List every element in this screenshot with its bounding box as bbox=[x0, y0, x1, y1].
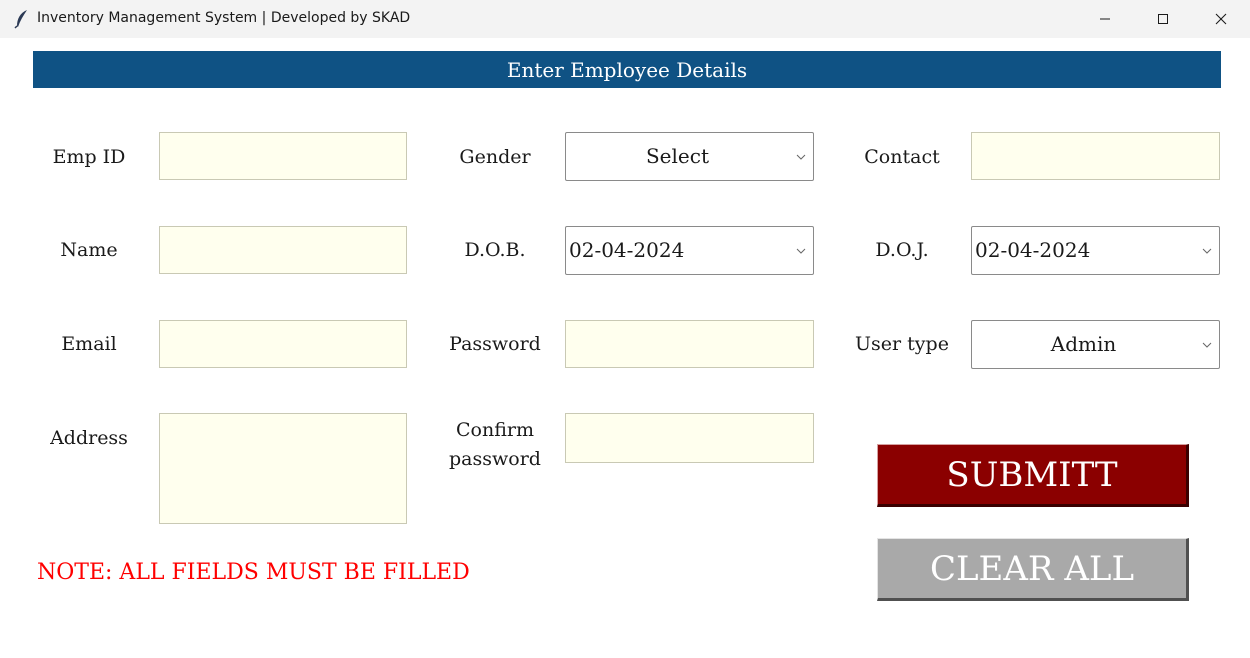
doj-label: D.O.J. bbox=[875, 239, 929, 261]
contact-input[interactable] bbox=[971, 132, 1220, 180]
user-type-value: Admin bbox=[1050, 332, 1117, 356]
user-type-label: User type bbox=[855, 333, 949, 355]
dob-label: D.O.B. bbox=[464, 239, 526, 261]
gender-value: Select bbox=[645, 144, 709, 168]
required-fields-note: NOTE: ALL FIELDS MUST BE FILLED bbox=[37, 560, 470, 585]
email-label: Email bbox=[61, 333, 117, 355]
address-label: Address bbox=[50, 427, 128, 449]
confirm-password-label-line1: Confirm bbox=[456, 419, 534, 441]
chevron-down-icon bbox=[1202, 342, 1212, 348]
confirm-password-label: Confirm password bbox=[440, 416, 550, 474]
dob-value: 02-04-2024 bbox=[569, 238, 685, 262]
minimize-button[interactable] bbox=[1076, 0, 1134, 38]
chevron-down-icon bbox=[796, 248, 806, 254]
user-type-dropdown[interactable]: Admin bbox=[971, 320, 1220, 369]
emp-id-input[interactable] bbox=[159, 132, 407, 180]
address-textarea[interactable] bbox=[159, 413, 407, 524]
form-header: Enter Employee Details bbox=[33, 51, 1221, 88]
name-input[interactable] bbox=[159, 226, 407, 274]
app-window: Inventory Management System | Developed … bbox=[0, 0, 1250, 658]
submit-button[interactable]: SUBMITT bbox=[877, 444, 1189, 507]
gender-dropdown[interactable]: Select bbox=[565, 132, 814, 181]
chevron-down-icon bbox=[796, 154, 806, 160]
password-input[interactable] bbox=[565, 320, 814, 368]
confirm-password-label-line2: password bbox=[449, 448, 541, 470]
feather-icon bbox=[14, 9, 30, 29]
email-input[interactable] bbox=[159, 320, 407, 368]
title-bar: Inventory Management System | Developed … bbox=[0, 0, 1250, 38]
maximize-button[interactable] bbox=[1134, 0, 1192, 38]
confirm-password-input[interactable] bbox=[565, 413, 814, 463]
close-button[interactable] bbox=[1192, 0, 1250, 38]
gender-label: Gender bbox=[459, 146, 531, 168]
contact-label: Contact bbox=[864, 146, 940, 168]
minimize-icon bbox=[1100, 18, 1110, 20]
doj-date-picker[interactable]: 02-04-2024 bbox=[971, 226, 1220, 275]
clear-all-button[interactable]: CLEAR ALL bbox=[877, 538, 1189, 601]
emp-id-label: Emp ID bbox=[52, 146, 126, 168]
doj-value: 02-04-2024 bbox=[975, 238, 1091, 262]
maximize-icon bbox=[1158, 14, 1168, 24]
dob-date-picker[interactable]: 02-04-2024 bbox=[565, 226, 814, 275]
name-label: Name bbox=[60, 239, 118, 261]
password-label: Password bbox=[449, 333, 541, 355]
window-title: Inventory Management System | Developed … bbox=[37, 10, 411, 26]
close-icon bbox=[1215, 13, 1227, 25]
chevron-down-icon bbox=[1202, 248, 1212, 254]
